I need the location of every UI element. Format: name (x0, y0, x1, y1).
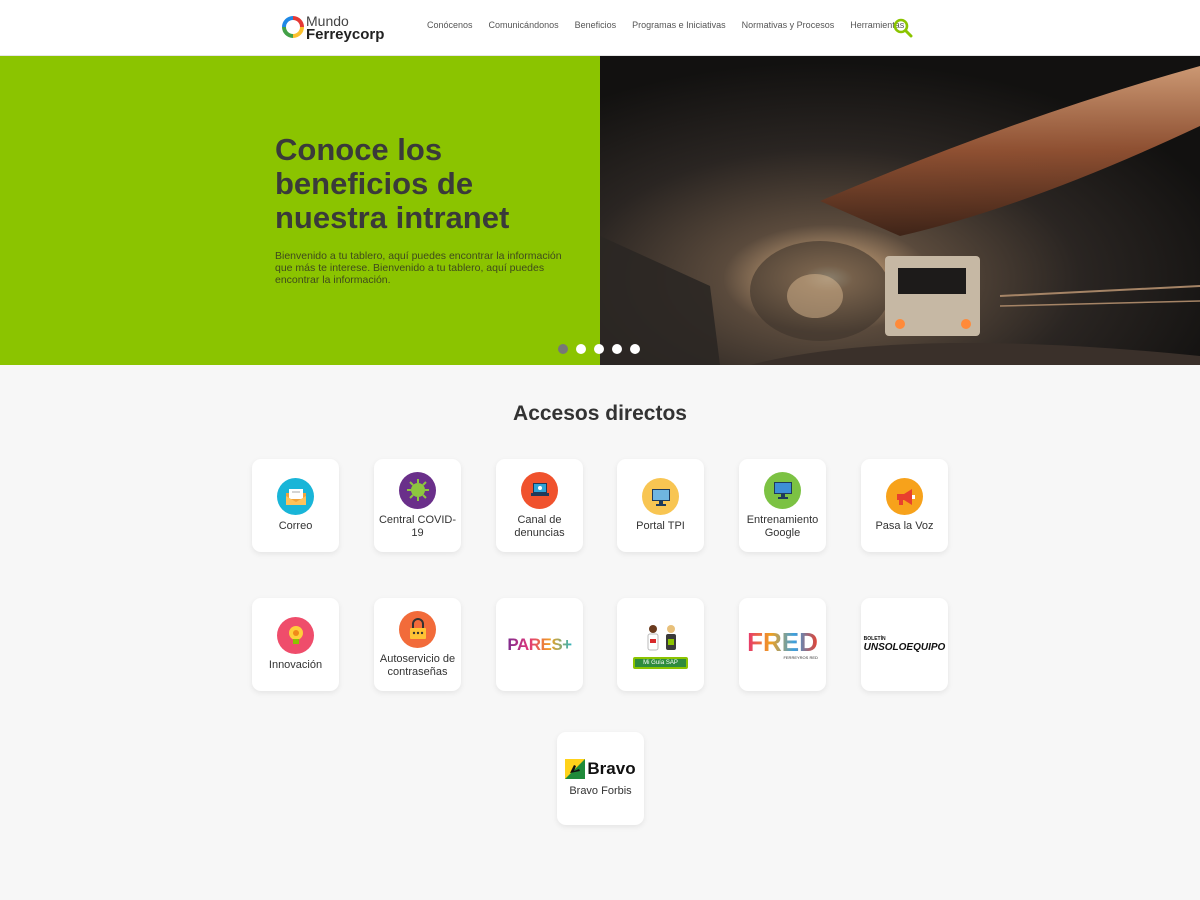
acceso-label: Entrenamiento Google (746, 513, 819, 539)
carousel-dots (558, 344, 640, 354)
lightbulb-icon (277, 617, 314, 654)
carousel-dot-4[interactable] (612, 344, 622, 354)
unsoloequipo-text: UNSOLOEQUIPO (863, 642, 946, 653)
acceso-label: Innovación (268, 659, 323, 671)
acceso-pasa-la-voz[interactable]: Pasa la Voz (861, 459, 948, 552)
acceso-entrenamiento-google[interactable]: Entrenamiento Google (739, 459, 826, 552)
top-header: Mundo Ferreycorp Conócenos Comunicándono… (0, 0, 1200, 56)
acceso-central-covid[interactable]: Central COVID-19 (374, 459, 461, 552)
acceso-canal-denuncias[interactable]: Canal de denuncias (496, 459, 583, 552)
acceso-label: Portal TPI (636, 520, 685, 532)
acceso-innovacion[interactable]: Innovación (252, 598, 339, 691)
mi-guia-sap-logo: Mi Guía SAP (633, 621, 689, 669)
carousel-dot-3[interactable] (594, 344, 604, 354)
acceso-boletin-unsoloequipo[interactable]: BOLETÍN UNSOLOEQUIPO (861, 598, 948, 691)
carousel-dot-5[interactable] (630, 344, 640, 354)
carousel-dot-1[interactable] (558, 344, 568, 354)
acceso-fred[interactable]: FRED FERREYROS RED (739, 598, 826, 691)
logo-bottom-text: Ferreycorp (306, 26, 385, 43)
search-icon[interactable] (893, 18, 913, 38)
carousel-dot-2[interactable] (576, 344, 586, 354)
nav-item-comunicandonos[interactable]: Comunicándonos (489, 20, 559, 30)
acceso-label: Canal de denuncias (514, 513, 565, 539)
lock-icon (399, 610, 436, 648)
mail-icon (277, 478, 314, 515)
acceso-pares[interactable]: PARES+ (496, 598, 583, 691)
nav-item-programas[interactable]: Programas e Iniciativas (632, 20, 726, 30)
fred-logo-sub: FERREYROS RED (783, 655, 818, 660)
laptop-alert-icon (521, 471, 558, 509)
acceso-mi-guia-sap[interactable]: Mi Guía SAP (617, 598, 704, 691)
nav-item-beneficios[interactable]: Beneficios (575, 20, 617, 30)
acceso-label: Central COVID-19 (378, 513, 457, 539)
hero-description: Bienvenido a tu tablero, aquí puedes enc… (275, 250, 562, 286)
acceso-label: Autoservicio de contraseñas (379, 652, 456, 678)
section-title-accesos: Accesos directos (513, 402, 687, 425)
hero-title: Conoce los beneficios de nuestra intrane… (275, 132, 510, 235)
fred-logo: FRED FERREYROS RED (747, 629, 818, 660)
acceso-autoservicio-contrasenas[interactable]: Autoservicio de contraseñas (374, 598, 461, 691)
mi-guia-sap-text: Mi Guía SAP (633, 656, 688, 669)
hero-tunnel-image (600, 56, 1200, 365)
acceso-bravo-forbis[interactable]: Bravo Bravo Forbis (557, 732, 644, 825)
acceso-label: Correo (278, 520, 313, 532)
bravo-hand-icon (565, 759, 586, 779)
screen-icon (764, 471, 801, 509)
pares-logo-text: PARES+ (507, 634, 572, 654)
mundo-ferreycorp-logo[interactable]: Mundo Ferreycorp (282, 12, 392, 44)
nav-item-conocenos[interactable]: Conócenos (427, 20, 473, 30)
hero-text-panel: Conoce los beneficios de nuestra intrane… (0, 56, 600, 365)
monitor-icon (642, 478, 679, 515)
logo-ring-icon (282, 16, 304, 38)
virus-icon (399, 471, 436, 509)
bravo-logo-text: Bravo (587, 759, 636, 778)
hero-banner: Conoce los beneficios de nuestra intrane… (0, 56, 1200, 365)
pares-logo: PARES+ (502, 635, 577, 655)
unsoloequipo-logo: BOLETÍN UNSOLOEQUIPO (864, 636, 946, 653)
megaphone-icon (886, 478, 923, 515)
acceso-label: Pasa la Voz (875, 520, 934, 532)
acceso-label: Bravo Forbis (569, 785, 632, 797)
people-illustration-icon (647, 624, 676, 650)
main-nav: Conócenos Comunicándonos Beneficios Prog… (427, 20, 904, 30)
nav-item-normativas[interactable]: Normativas y Procesos (742, 20, 835, 30)
acceso-correo[interactable]: Correo (252, 459, 339, 552)
bravo-logo: Bravo (565, 759, 636, 779)
acceso-portal-tpi[interactable]: Portal TPI (617, 459, 704, 552)
fred-logo-text: FRED (747, 627, 818, 657)
